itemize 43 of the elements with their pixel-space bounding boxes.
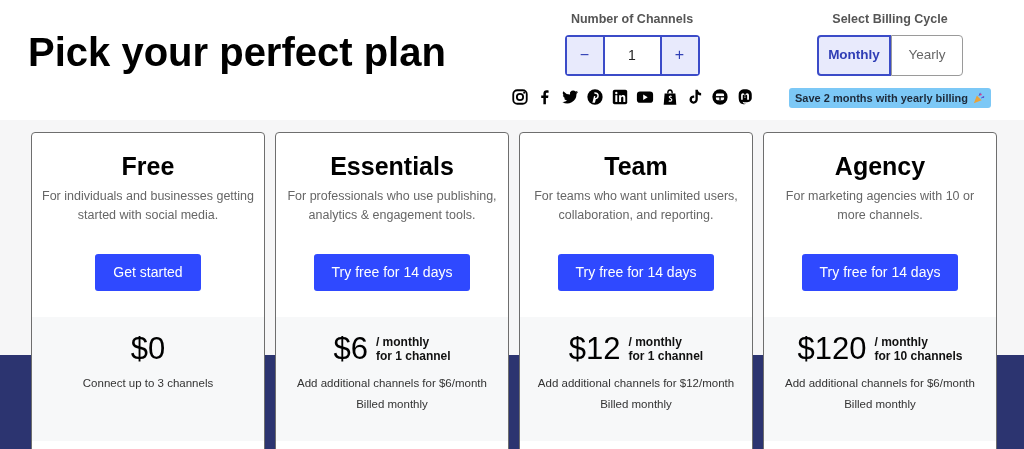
price: $6 [333, 331, 368, 367]
price-unit: for 1 channel [375, 349, 451, 363]
channel-stepper[interactable]: − 1 + [564, 34, 700, 76]
price-period: / monthly [375, 335, 431, 349]
price-unit: for 1 channel [628, 349, 704, 363]
plan-description: For professionals who use publishing, analytics & engagement tools. [286, 188, 498, 224]
plan-note: Add additional channels for $12/month [536, 376, 736, 390]
plan-note: Add additional channels for $6/month [296, 376, 488, 390]
plan-description: For marketing agencies with 10 or more channels. [784, 188, 976, 224]
camera-icon[interactable] [510, 87, 529, 106]
plan-name: Essentials [329, 151, 455, 181]
increment-button[interactable]: + [661, 36, 698, 74]
cta-button[interactable]: Get started [95, 254, 201, 291]
price: $120 [797, 331, 867, 367]
price-period: / monthly [874, 335, 929, 349]
plan-description: For teams who want unlimited users, collaboration, and reporting. [533, 188, 739, 224]
promo-text: Save 2 months with yearly billing [795, 90, 968, 106]
billing-label: Select Billing Cycle [832, 11, 948, 28]
plan-name: Agency [833, 151, 927, 181]
price: $0 [130, 331, 166, 367]
price: $12 [568, 331, 621, 367]
page-title: Pick your perfect plan [28, 29, 447, 76]
pin-icon[interactable] [585, 87, 604, 106]
cta-button[interactable]: Try free for 14 days [801, 254, 959, 291]
plan-note: Billed monthly [843, 397, 917, 411]
bird-icon[interactable] [560, 87, 579, 106]
party-popper-icon [973, 92, 985, 104]
channels-label: Number of Channels [570, 11, 694, 28]
plan-description: For individuals and businesses getting started with social media. [41, 188, 255, 224]
billing-option[interactable]: Monthly [817, 34, 891, 76]
cta-button[interactable]: Try free for 14 days [313, 254, 471, 291]
plan-name: Team [603, 151, 669, 181]
plan-note: Add additional channels for $6/month [784, 376, 976, 390]
plan-note: Billed monthly [355, 397, 429, 411]
in-logo-icon[interactable] [610, 87, 629, 106]
plan-note: Connect up to 3 channels [81, 376, 215, 390]
price-period: / monthly [628, 335, 683, 349]
price-unit: for 10 channels [874, 349, 963, 363]
decrement-button[interactable]: − [566, 36, 603, 74]
plan-note: Billed monthly [599, 397, 673, 411]
billing-option[interactable]: Yearly [891, 34, 963, 76]
plan-name: Free [120, 151, 176, 181]
cta-button[interactable]: Try free for 14 days [557, 254, 715, 291]
